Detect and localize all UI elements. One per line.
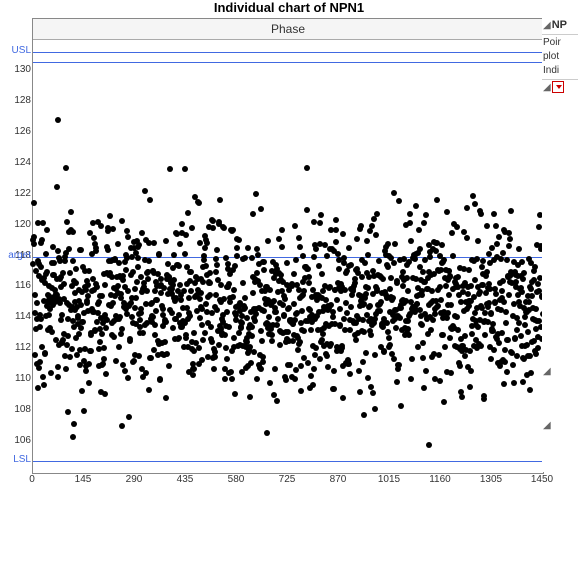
disclosure-icon[interactable]: ◢	[543, 419, 551, 433]
control-chart: Phase	[32, 18, 544, 474]
plot-area	[33, 40, 543, 473]
side-line-3: Indi	[542, 64, 578, 78]
side-line-2: plot	[542, 50, 578, 64]
disclosure-icon[interactable]: ◢	[543, 81, 551, 95]
side-title: NP	[552, 19, 567, 31]
disclosure-icon[interactable]: ◢	[543, 19, 551, 33]
side-panel: ◢NP Poir plot Indi ◢ ◢ ◢	[542, 18, 578, 472]
side-line-1: Poir	[542, 36, 578, 50]
disclosure-icon[interactable]: ◢	[543, 365, 551, 379]
x-axis-labels: 01452904355807258701015116013051450	[32, 472, 544, 492]
chart-title: Individual chart of NPN1	[0, 0, 578, 15]
phase-header: Phase	[33, 19, 543, 40]
